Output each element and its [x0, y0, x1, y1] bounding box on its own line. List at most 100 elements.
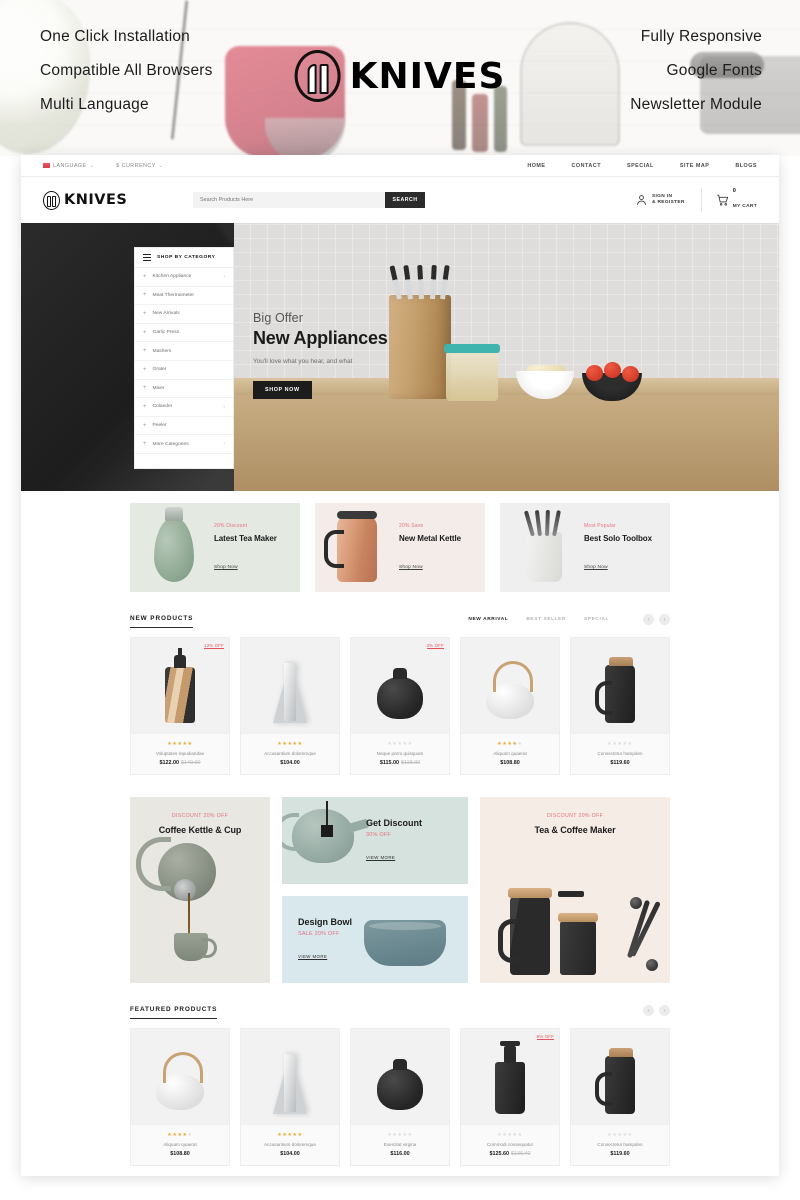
cart-icon: [716, 194, 729, 206]
banner-title: Coffee Kettle & Cup: [158, 825, 242, 835]
decor-dark-teapot: [377, 1059, 423, 1110]
banner-view-more-link[interactable]: VIEW MORE: [366, 855, 395, 860]
product-card[interactable]: ★★★★★ Consectetur hampden $119.60: [570, 637, 670, 775]
promo-card-tea-maker[interactable]: 20% Discount Latest Tea Maker Shop Now: [130, 503, 300, 592]
header-logo[interactable]: KNIVES: [43, 190, 183, 210]
banner-tea-coffee-maker[interactable]: DISCOUNT 20% OFF Tea & Coffee Maker: [480, 797, 670, 983]
nav-item-blogs[interactable]: BLOGS: [735, 163, 757, 169]
category-item-meat-thermometer[interactable]: + Meat Thermometer: [135, 287, 233, 306]
category-item-garlic-press[interactable]: + Garlic Press: [135, 324, 233, 343]
product-card[interactable]: ★★★★★ Accusantium doloremque $104.00: [240, 637, 340, 775]
banner-coffee-kettle-cup[interactable]: DISCOUNT 20% OFF Coffee Kettle & Cup: [130, 797, 270, 983]
product-price: $104.00: [245, 1151, 335, 1157]
product-name: Voluptates repudiandae: [155, 751, 205, 756]
category-label: Mixer: [152, 385, 165, 391]
category-item-mashers[interactable]: + Mashers: [135, 342, 233, 361]
currency-selector[interactable]: $ CURRENCY ⌄: [116, 163, 163, 169]
banner-view-more-link[interactable]: VIEW MORE: [298, 954, 327, 959]
category-item-peeler[interactable]: + Peeler: [135, 417, 233, 436]
promo-card-shop-now-link[interactable]: Shop Now: [584, 565, 608, 570]
category-item-mixer[interactable]: + Mixer: [135, 380, 233, 399]
account-link[interactable]: SIGN IN & REGISTER: [635, 193, 685, 207]
rating-stars: ★★★★★: [277, 741, 303, 747]
decor-steel-cone: [273, 1052, 307, 1114]
discount-badge: 8% OFF: [536, 1034, 554, 1040]
product-name: Neque porro quisquam: [376, 751, 424, 756]
tab-best-seller[interactable]: BEST SELLER: [526, 617, 566, 622]
decor-dark-jug: [595, 1048, 635, 1114]
promo-card-metal-kettle[interactable]: 20% Save New Metal Kettle Shop Now: [315, 503, 485, 592]
category-label: Peeler: [152, 423, 167, 429]
banner-sub: SALE 20% OFF: [298, 930, 340, 937]
product-card[interactable]: ★★★★★ Exercitat virgina $116.00: [350, 1028, 450, 1166]
promo-card-text: Most Popular Best Solo Toolbox Shop Now: [578, 523, 652, 573]
search-button[interactable]: SEARCH: [385, 192, 425, 208]
product-image: 3% OFF: [351, 638, 449, 733]
product-card[interactable]: 13% OFF ★★★★★ Voluptates repudiandae $12…: [130, 637, 230, 775]
decor-plunger: [558, 891, 584, 897]
tab-new-arrival[interactable]: NEW ARRIVAL: [468, 617, 508, 622]
product-card[interactable]: ★★★★★ Aliquam quaerat $108.80: [130, 1028, 230, 1166]
category-panel-header[interactable]: SHOP BY CATEGORY: [135, 248, 233, 268]
nav-item-special[interactable]: SPECIAL: [627, 163, 654, 169]
nav-item-site-map[interactable]: SITE MAP: [680, 163, 709, 169]
product-image: [241, 1029, 339, 1124]
product-card[interactable]: ★★★★★ Accusantium doloremque $104.00: [240, 1028, 340, 1166]
category-item-kitchen-appliance[interactable]: + Kitchen Appliance ›: [135, 268, 233, 287]
cart-link[interactable]: 0 MY CART: [700, 188, 757, 212]
carousel-next-button[interactable]: ›: [659, 614, 670, 625]
product-image: 8% OFF: [461, 1029, 559, 1124]
banner-design-bowl[interactable]: Design Bowl SALE 20% OFF VIEW MORE: [282, 896, 468, 983]
promo-card-shop-now-link[interactable]: Shop Now: [399, 565, 423, 570]
chevron-down-icon: ⌄: [89, 162, 95, 169]
language-selector[interactable]: LANGUAGE ⌄: [43, 163, 94, 169]
price-old: $118.00: [401, 760, 421, 766]
banner-get-discount[interactable]: Get Discount 30% OFF VIEW MORE: [282, 797, 468, 884]
product-price: $108.80: [465, 760, 555, 766]
nav-item-contact[interactable]: CONTACT: [572, 163, 601, 169]
category-item-grater[interactable]: + Grater: [135, 361, 233, 380]
product-card[interactable]: 8% OFF ★★★★★ Commodi consequatur $125.60…: [460, 1028, 560, 1166]
language-label: LANGUAGE: [53, 162, 87, 169]
carousel-prev-button[interactable]: ‹: [643, 614, 654, 625]
category-item-new-arrivals[interactable]: + New Arrivals: [135, 305, 233, 324]
promo-card-solo-toolbox[interactable]: Most Popular Best Solo Toolbox Shop Now: [500, 503, 670, 592]
featured-products-title: FEATURED PRODUCTS: [130, 1006, 218, 1019]
decor-shelf-rack: [520, 22, 620, 146]
decor-mixer-bowl: [265, 118, 345, 156]
search-input[interactable]: [193, 192, 385, 208]
promo-card-title: Best Solo Toolbox: [584, 533, 652, 543]
featured-carousel-nav: ‹ ›: [643, 1005, 670, 1016]
page-content: 20% Discount Latest Tea Maker Shop Now 2…: [21, 491, 779, 1176]
category-item-more-categories[interactable]: + More Categories ›: [135, 435, 233, 454]
decor-black-pitcher: [495, 1041, 525, 1114]
tab-special[interactable]: SPECIAL: [584, 617, 609, 622]
decor-tomato: [586, 365, 603, 381]
product-card[interactable]: ★★★★★ Aliquam quaerat $108.80: [460, 637, 560, 775]
product-card[interactable]: 3% OFF ★★★★★ Neque porro quisquam $115.0…: [350, 637, 450, 775]
decor-copper-kettle: [324, 510, 377, 582]
hero-shop-now-button[interactable]: SHOP NOW: [253, 381, 312, 399]
promo-card-shop-now-link[interactable]: Shop Now: [214, 565, 238, 570]
nav-item-home[interactable]: HOME: [527, 163, 545, 169]
header-actions: SIGN IN & REGISTER 0 MY CART: [635, 188, 757, 212]
decor-tomato: [604, 362, 621, 378]
banner-title: Design Bowl: [298, 916, 353, 927]
product-card[interactable]: ★★★★★ Consectetur hampden $119.60: [570, 1028, 670, 1166]
banner-text: Design Bowl SALE 20% OFF VIEW MORE: [282, 917, 352, 963]
decor-pouring-pot: [136, 837, 216, 901]
top-bar: LANGUAGE ⌄ $ CURRENCY ⌄ HOME CONTACT SPE…: [21, 155, 779, 177]
price-old: $140.00: [181, 760, 201, 766]
carousel-next-button[interactable]: ›: [659, 1005, 670, 1016]
product-name: Consectetur hampden: [597, 751, 643, 756]
product-name: Consectetur hampden: [597, 1142, 643, 1147]
decor-tomato: [622, 366, 639, 382]
shop-by-category-panel: SHOP BY CATEGORY + Kitchen Appliance › +…: [134, 247, 234, 469]
decor-white-teapot: [156, 1052, 204, 1110]
promo-card-title: Latest Tea Maker: [214, 533, 277, 543]
plus-icon: +: [143, 366, 147, 373]
category-item-colander[interactable]: + Colander ›: [135, 398, 233, 417]
category-panel-title: SHOP BY CATEGORY: [157, 255, 216, 260]
carousel-prev-button[interactable]: ‹: [643, 1005, 654, 1016]
decor-dark-jug: [595, 657, 635, 723]
